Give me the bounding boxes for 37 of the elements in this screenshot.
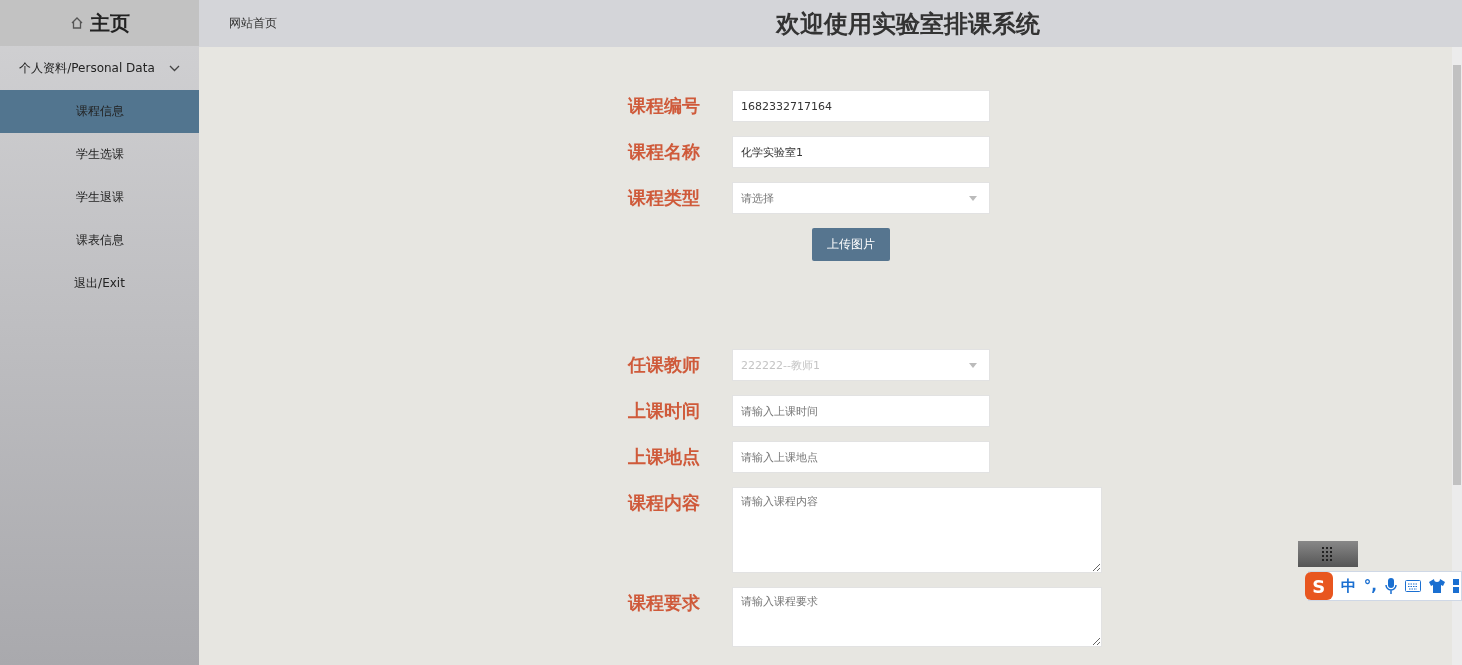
field-label: 课程要求 bbox=[628, 591, 701, 615]
field-label: 课程内容 bbox=[628, 491, 701, 515]
page-title: 欢迎使用实验室排课系统 bbox=[776, 8, 1040, 40]
keyboard-icon[interactable] bbox=[1405, 580, 1421, 592]
ime-punctuation-toggle[interactable]: °, bbox=[1363, 577, 1377, 595]
ime-logo[interactable]: S bbox=[1304, 572, 1333, 600]
sidebar-title[interactable]: 主页 bbox=[89, 9, 130, 37]
textarea-field[interactable]: 请输入课程内容 bbox=[732, 487, 1102, 573]
ime-mini-bar[interactable] bbox=[1298, 541, 1358, 567]
grid-icon[interactable] bbox=[1453, 579, 1461, 593]
home-icon[interactable] bbox=[69, 16, 84, 30]
field-label: 课程类型 bbox=[628, 186, 701, 210]
dropdown-caret-icon bbox=[969, 195, 977, 201]
menu-item[interactable]: 课表信息 bbox=[0, 219, 199, 262]
ime-mode-toggle[interactable]: 中 bbox=[1340, 576, 1356, 596]
field-label: 课程编号 bbox=[628, 94, 701, 118]
input-field[interactable]: 1682332717164 bbox=[732, 90, 990, 122]
input-field[interactable]: 化学实验室1 bbox=[732, 136, 990, 168]
chevron-icon[interactable] bbox=[168, 64, 180, 72]
microphone-icon[interactable] bbox=[1385, 578, 1397, 594]
field-label: 上课时间 bbox=[628, 399, 701, 423]
dropdown-caret-icon bbox=[969, 362, 977, 368]
textarea-field[interactable]: 请输入课程要求 bbox=[732, 587, 1102, 647]
field-label: 任课教师 bbox=[628, 353, 701, 377]
breadcrumb-link[interactable]: 网站首页 bbox=[229, 15, 449, 32]
shirt-icon[interactable] bbox=[1429, 579, 1445, 593]
field-label: 课程名称 bbox=[628, 140, 701, 164]
menu-group-label[interactable]: 个人资料/Personal Data bbox=[19, 59, 155, 77]
menu-item[interactable]: 学生退课 bbox=[0, 176, 199, 219]
menu-item[interactable]: 学生选课 bbox=[0, 133, 199, 176]
select-field[interactable]: 请选择 bbox=[732, 182, 990, 214]
input-field[interactable]: 请输入上课时间 bbox=[732, 395, 990, 427]
input-field[interactable]: 请输入上课地点 bbox=[732, 441, 990, 473]
menu-item[interactable]: 退出/Exit bbox=[0, 262, 199, 305]
field-label: 上课地点 bbox=[628, 445, 701, 469]
upload-image-button[interactable]: 上传图片 bbox=[812, 228, 890, 261]
grip-icon bbox=[1322, 547, 1334, 561]
